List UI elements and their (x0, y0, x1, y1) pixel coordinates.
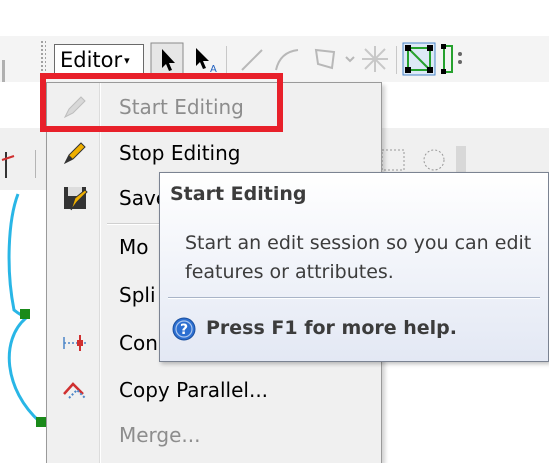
svg-text:?: ? (180, 322, 188, 338)
toolbar-separator (396, 46, 397, 74)
editor-menu-label: Editor (60, 48, 123, 72)
copy-parallel-icon (63, 382, 86, 399)
menu-item-label: Stop Editing (119, 141, 241, 165)
tooltip-description: Start an edit session so you can edit fe… (185, 232, 532, 283)
tooltip-title: Start Editing (170, 183, 307, 205)
help-question-icon: ? (172, 317, 196, 341)
red-arrow-icon (1, 152, 15, 178)
tooltip-separator (168, 297, 540, 299)
menu-item-stop-editing[interactable]: Stop Editing (47, 131, 381, 175)
menu-item-merge[interactable]: Merge... (47, 413, 381, 457)
menu-item-label: Con (119, 331, 158, 355)
menu-item-label: Mo (119, 235, 149, 259)
menu-item-copy-parallel[interactable]: Copy Parallel... (47, 368, 381, 412)
trace-tool-icon[interactable] (270, 42, 304, 76)
start-editing-tooltip: Start Editing Start an edit session so y… (159, 172, 549, 362)
split-tool-icon[interactable] (358, 42, 392, 76)
construct-points-icon (63, 335, 86, 351)
straight-segment-icon[interactable] (234, 42, 268, 76)
toolbar-separator (226, 46, 227, 74)
annotation-highlight-box (40, 73, 283, 132)
editor-menu-button[interactable]: Editor ▾ (54, 44, 144, 74)
save-edits-icon (64, 187, 88, 211)
menu-item-label: Spli (119, 283, 156, 307)
menu-item-label: Merge... (119, 423, 201, 447)
tooltip-help-hint: Press F1 for more help. (206, 317, 457, 339)
menu-item-label: Copy Parallel... (119, 378, 269, 402)
toolbar-separator (35, 150, 36, 178)
stop-editing-pencil-icon (63, 142, 86, 165)
toolbar-edge-mark (2, 60, 5, 82)
chevron-down-icon: ▾ (124, 54, 130, 67)
edit-annotation-tool-icon[interactable]: A (188, 42, 222, 76)
edit-tool-arrow-icon[interactable] (150, 42, 184, 76)
edit-vertices-icon[interactable] (402, 42, 436, 76)
reshape-feature-icon[interactable] (438, 42, 472, 76)
